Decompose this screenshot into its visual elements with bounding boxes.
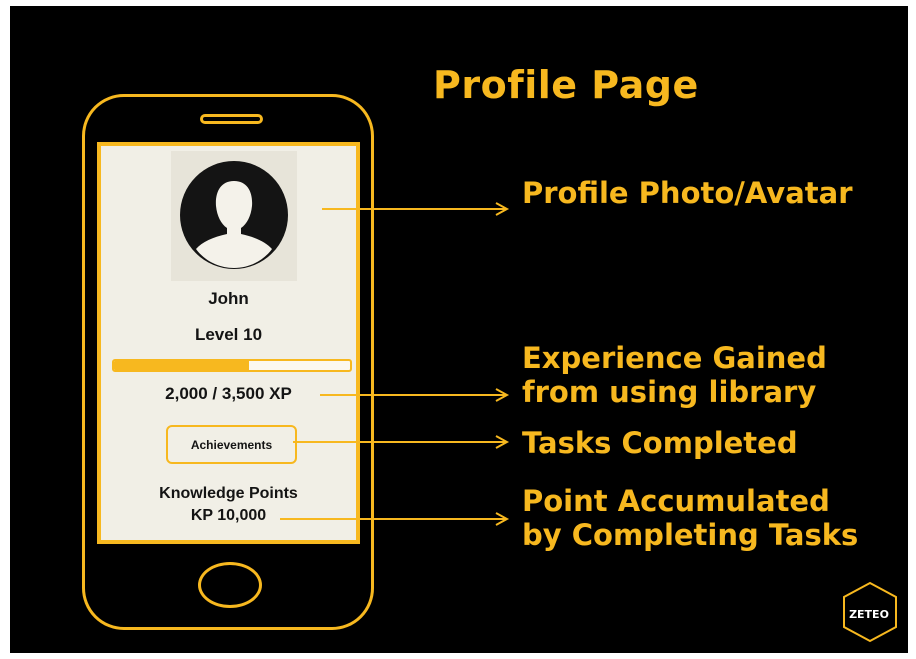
label-tasks-completed: Tasks Completed: [522, 426, 798, 460]
label-experience: Experience Gained from using library: [522, 341, 827, 409]
zeteo-logo-text: ZETEO: [849, 608, 889, 621]
label-profile-photo: Profile Photo/Avatar: [522, 176, 853, 210]
annotation-arrows: [280, 202, 510, 526]
slide: Profile Page John Level 10 2,000 / 3,500…: [10, 6, 908, 653]
label-points-accumulated: Point Accumulated by Completing Tasks: [522, 484, 859, 552]
